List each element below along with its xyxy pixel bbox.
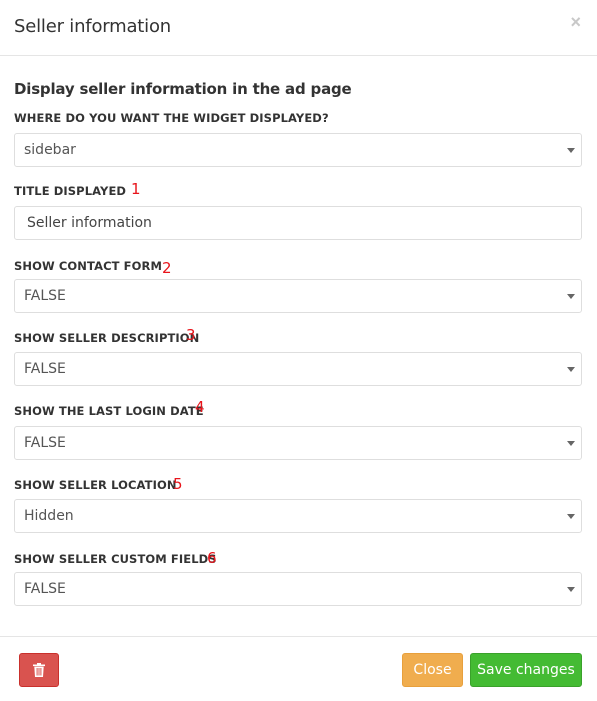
widget-location-select[interactable]: sidebar xyxy=(14,133,582,167)
show-last-login-value: FALSE xyxy=(24,435,66,451)
chevron-down-icon xyxy=(567,148,575,153)
close-icon[interactable]: × xyxy=(570,13,581,31)
show-contact-form-label: SHOW CONTACT FORM xyxy=(14,259,162,273)
show-last-login-select[interactable]: FALSE xyxy=(14,426,582,460)
annotation-marker-1: 1 xyxy=(131,180,141,198)
show-contact-form-value: FALSE xyxy=(24,288,66,304)
widget-location-value: sidebar xyxy=(24,142,76,158)
chevron-down-icon xyxy=(567,367,575,372)
trash-icon xyxy=(33,663,45,677)
delete-button[interactable] xyxy=(19,653,59,687)
close-button[interactable]: Close xyxy=(402,653,463,687)
seller-information-modal: Seller information × Display seller info… xyxy=(0,0,597,701)
annotation-marker-3: 3 xyxy=(186,326,196,344)
show-seller-location-value: Hidden xyxy=(24,508,74,524)
annotation-marker-2: 2 xyxy=(162,259,172,277)
show-custom-fields-label: SHOW SELLER CUSTOM FIELDS xyxy=(14,552,217,566)
show-custom-fields-value: FALSE xyxy=(24,581,66,597)
show-seller-location-select[interactable]: Hidden xyxy=(14,499,582,533)
title-displayed-input[interactable]: Seller information xyxy=(14,206,582,240)
widget-location-label: WHERE DO YOU WANT THE WIDGET DISPLAYED? xyxy=(14,111,329,125)
show-custom-fields-select[interactable]: FALSE xyxy=(14,572,582,606)
title-displayed-label: TITLE DISPLAYED xyxy=(14,184,127,198)
modal-header: Seller information × xyxy=(0,0,597,56)
chevron-down-icon xyxy=(567,587,575,592)
save-changes-button[interactable]: Save changes xyxy=(470,653,582,687)
show-seller-description-select[interactable]: FALSE xyxy=(14,352,582,386)
annotation-marker-4: 4 xyxy=(195,398,205,416)
annotation-marker-6: 6 xyxy=(207,549,217,567)
chevron-down-icon xyxy=(567,441,575,446)
section-title: Display seller information in the ad pag… xyxy=(14,80,352,98)
chevron-down-icon xyxy=(567,294,575,299)
show-contact-form-select[interactable]: FALSE xyxy=(14,279,582,313)
show-last-login-label: SHOW THE LAST LOGIN DATE xyxy=(14,404,204,418)
modal-title: Seller information xyxy=(14,16,171,37)
modal-footer: Close Save changes xyxy=(0,636,597,701)
show-seller-description-value: FALSE xyxy=(24,361,66,377)
show-seller-location-label: SHOW SELLER LOCATION xyxy=(14,478,177,492)
annotation-marker-5: 5 xyxy=(173,475,183,493)
show-seller-description-label: SHOW SELLER DESCRIPTION xyxy=(14,331,200,345)
chevron-down-icon xyxy=(567,514,575,519)
